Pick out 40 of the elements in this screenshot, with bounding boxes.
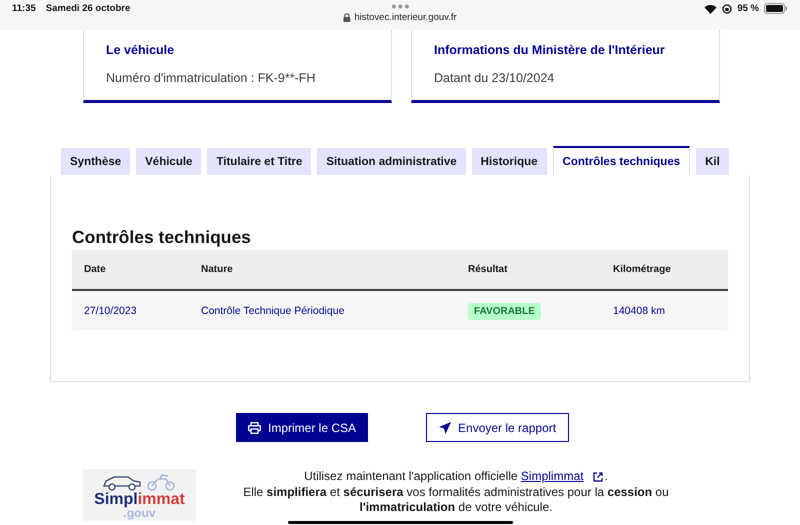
- battery-percent: 95 %: [737, 3, 759, 14]
- logo-suffix: .gouv: [124, 507, 156, 519]
- card-text: Datant du 23/10/2024: [434, 71, 556, 85]
- result-badge: FAVORABLE: [468, 302, 541, 320]
- tab[interactable]: Kil: [696, 148, 729, 175]
- card-title: Le véhicule: [106, 43, 176, 57]
- promo-text: Utilisez maintenant l'application officielle Simplimmat .: [303, 469, 609, 484]
- card-title: Informations du Ministère de l'Intérieur: [434, 43, 666, 57]
- print-button[interactable]: Imprimer le CSA: [236, 413, 368, 442]
- tab[interactable]: Titulaire et Titre: [207, 148, 312, 175]
- column-header: Kilométrage: [613, 264, 672, 275]
- tab[interactable]: Véhicule: [136, 148, 202, 175]
- url-text[interactable]: histovec.interieur.gouv.fr: [354, 12, 457, 23]
- column-header: Date: [84, 264, 107, 275]
- orientation-lock-icon: [722, 4, 732, 14]
- wifi-icon: [704, 4, 718, 14]
- promo-description: Elle simplifiera et sécurisera vos formalités administratives pour la cession ou l'immatriculation de votre véhicule.: [242, 484, 670, 516]
- logo-text: Simplimmat: [94, 492, 185, 507]
- card-text: Numéro d'immatriculation : FK-9**-FH: [106, 71, 316, 85]
- table-cell-text: 140408 km: [613, 304, 666, 316]
- battery-icon: [764, 3, 788, 14]
- car-and-motorbike-icon: [102, 472, 178, 492]
- clock: 11:35: [12, 3, 36, 14]
- tab[interactable]: Historique: [472, 148, 547, 175]
- column-header: Nature: [201, 264, 234, 275]
- more-icon[interactable]: [391, 4, 409, 9]
- app-link[interactable]: Simplimmat: [520, 469, 605, 484]
- tab[interactable]: Contrôles techniques: [552, 146, 690, 175]
- column-header: Résultat: [468, 264, 508, 275]
- send-report-button[interactable]: Envoyer le rapport: [426, 413, 570, 442]
- table-cell-text: Contrôle Technique Périodique: [201, 304, 346, 316]
- printer-icon: [248, 422, 261, 434]
- date: Samedi 26 octobre: [46, 3, 130, 14]
- table-cell-text: 27/10/2023: [84, 304, 138, 316]
- external-link-icon: [592, 472, 603, 482]
- lock-icon: [343, 13, 350, 22]
- tab[interactable]: Situation administrative: [317, 148, 466, 175]
- send-icon: [439, 422, 452, 434]
- tab[interactable]: Synthèse: [61, 148, 130, 175]
- section-title: Contrôles techniques: [72, 227, 252, 248]
